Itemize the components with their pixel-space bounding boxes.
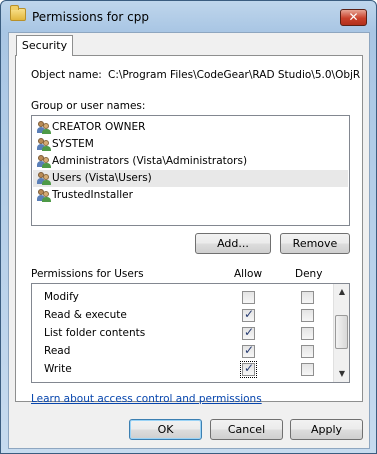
list-item[interactable]: SYSTEM bbox=[33, 136, 348, 153]
permissions-scrollbar[interactable]: ▲ ▼ bbox=[333, 284, 349, 382]
read-allow-checkbox[interactable] bbox=[242, 343, 255, 358]
title-bar[interactable]: Permissions for cpp ✕ bbox=[1, 1, 376, 31]
scroll-thumb[interactable] bbox=[335, 315, 348, 349]
folder-icon bbox=[10, 5, 26, 21]
read-execute-deny-checkbox[interactable] bbox=[301, 309, 314, 322]
deny-header: Deny bbox=[295, 268, 323, 280]
list-folder-deny-checkbox[interactable] bbox=[301, 327, 314, 340]
permission-row-write: Write bbox=[44, 363, 72, 375]
write-allow-checkbox[interactable] bbox=[240, 361, 257, 378]
list-item[interactable]: Administrators (Vista\Administrators) bbox=[33, 153, 348, 170]
cancel-button[interactable]: Cancel bbox=[210, 419, 283, 440]
object-name-label: Object name: bbox=[31, 69, 102, 81]
object-name-value: C:\Program Files\CodeGear\RAD Studio\5.0… bbox=[108, 69, 361, 81]
scroll-up-icon[interactable]: ▲ bbox=[334, 284, 349, 300]
tab-security[interactable]: Security bbox=[16, 35, 73, 56]
permissions-dialog: Permissions for cpp ✕ Security Object na… bbox=[0, 0, 377, 454]
list-item[interactable]: TrustedInstaller bbox=[33, 187, 348, 204]
window-title: Permissions for cpp bbox=[32, 10, 149, 24]
read-deny-checkbox[interactable] bbox=[301, 345, 314, 358]
scroll-down-icon[interactable]: ▼ bbox=[334, 366, 349, 382]
permission-row-read: Read bbox=[44, 345, 71, 357]
user-group-icon bbox=[37, 189, 51, 202]
security-panel: Object name: C:\Program Files\CodeGear\R… bbox=[15, 55, 363, 405]
apply-button[interactable]: Apply bbox=[290, 419, 363, 440]
group-names-label: Group or user names: bbox=[31, 100, 146, 112]
access-control-help-link[interactable]: Learn about access control and permissio… bbox=[31, 393, 262, 405]
permissions-label: Permissions for Users bbox=[31, 268, 144, 280]
allow-header: Allow bbox=[234, 268, 263, 280]
remove-button[interactable]: Remove bbox=[280, 233, 350, 254]
ok-button[interactable]: OK bbox=[129, 419, 202, 440]
permissions-list[interactable]: Modify Read & execute List folder conten… bbox=[31, 283, 350, 383]
add-button[interactable]: Add... bbox=[195, 233, 271, 254]
user-group-icon bbox=[37, 155, 51, 168]
write-deny-checkbox[interactable] bbox=[301, 363, 314, 376]
group-user-list[interactable]: CREATOR OWNER SYSTEM Administrators (Vis… bbox=[31, 115, 350, 226]
user-group-icon bbox=[37, 138, 51, 151]
permission-row-read-execute: Read & execute bbox=[44, 309, 127, 321]
dialog-client: Security Object name: C:\Program Files\C… bbox=[8, 32, 370, 449]
user-group-icon bbox=[37, 121, 51, 134]
close-button[interactable]: ✕ bbox=[340, 9, 367, 26]
user-group-icon bbox=[37, 172, 51, 185]
permission-row-modify: Modify bbox=[44, 291, 79, 303]
permission-row-list-folder: List folder contents bbox=[44, 327, 146, 339]
modify-deny-checkbox[interactable] bbox=[301, 291, 314, 304]
list-folder-allow-checkbox[interactable] bbox=[242, 325, 255, 340]
read-execute-allow-checkbox[interactable] bbox=[242, 307, 255, 322]
list-item-selected[interactable]: Users (Vista\Users) bbox=[33, 170, 348, 187]
modify-allow-checkbox[interactable] bbox=[242, 291, 255, 304]
list-item[interactable]: CREATOR OWNER bbox=[33, 119, 348, 136]
